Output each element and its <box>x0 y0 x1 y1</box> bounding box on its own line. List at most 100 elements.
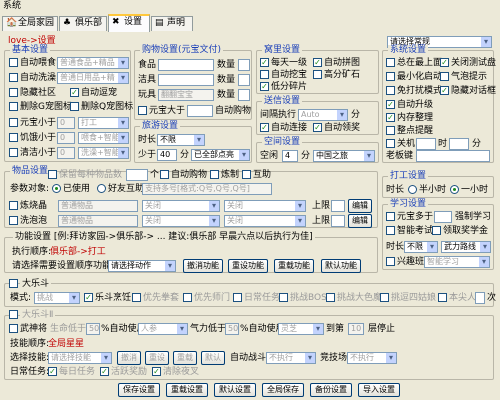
radio-self[interactable] <box>52 184 61 193</box>
shutdown-minute-input[interactable] <box>449 138 469 150</box>
fight-opt-2-checkbox[interactable] <box>233 293 242 302</box>
tab-statement[interactable]: ▤ 声明 <box>151 16 193 31</box>
tab-home[interactable]: 🏠 全局家园 <box>2 16 58 31</box>
fight2-daily-2-checkbox[interactable] <box>152 367 161 376</box>
mix-checkbox[interactable] <box>9 216 18 225</box>
mix-edit-button[interactable]: 编辑 <box>348 214 372 228</box>
keep-count-input[interactable] <box>126 169 148 181</box>
backup-settings-button[interactable]: 备份设置 <box>310 383 352 397</box>
fight2-pill-select[interactable]: 人参 <box>138 323 188 335</box>
system-item-1-checkbox[interactable] <box>440 58 449 67</box>
fight2-enable-checkbox[interactable] <box>9 310 18 319</box>
pick-function-select[interactable]: 请选择动作 <box>108 260 176 272</box>
auto-food-checkbox[interactable] <box>9 58 18 67</box>
items-forge-checkbox[interactable] <box>210 170 219 179</box>
fight2-reload-button[interactable]: 重载 <box>173 351 197 365</box>
work-half-radio[interactable] <box>408 185 417 194</box>
hide-community-checkbox[interactable] <box>9 88 18 97</box>
default-function-button[interactable]: 默认功能 <box>321 259 361 273</box>
shop-toys-input[interactable] <box>158 74 214 86</box>
hunger-below-input[interactable]: 0 <box>57 132 75 144</box>
yuanbao-action-select[interactable]: 打工 <box>78 117 129 129</box>
shop-play-qty-input[interactable] <box>238 89 250 101</box>
study-time-select[interactable]: 不限 <box>404 241 438 253</box>
mix-upper-input[interactable] <box>331 215 345 227</box>
delete-q-icon-checkbox[interactable] <box>70 102 79 111</box>
system-item-0-checkbox[interactable] <box>386 58 395 67</box>
tab-club[interactable]: ♣ 俱乐部 <box>59 16 107 31</box>
fight2-default-button[interactable]: 默认 <box>201 351 225 365</box>
lair-item-2-checkbox[interactable] <box>260 70 269 79</box>
fight-cook-checkbox[interactable] <box>84 293 93 302</box>
shutdown-hour-input[interactable] <box>416 138 436 150</box>
radio-friend[interactable] <box>97 184 106 193</box>
lair-item-1-checkbox[interactable] <box>313 58 322 67</box>
keep-item-checkbox[interactable] <box>48 170 57 179</box>
smart-study-checkbox[interactable] <box>386 226 395 235</box>
system-item-8-checkbox[interactable] <box>386 126 395 135</box>
save-settings-button[interactable]: 保存设置 <box>118 383 160 397</box>
delivery-auto-connect-checkbox[interactable] <box>260 123 269 132</box>
fight2-reset-button[interactable]: 重设 <box>145 351 169 365</box>
mix-off-select[interactable]: 关闭 <box>142 215 220 227</box>
fight-opt-1-checkbox[interactable] <box>183 293 192 302</box>
items-interact-checkbox[interactable] <box>242 170 251 179</box>
shop-yuanbao-more-checkbox[interactable] <box>138 106 147 115</box>
fight2-daily-1-checkbox[interactable] <box>100 367 109 376</box>
refine-upper-input[interactable] <box>331 200 345 212</box>
clean-below-input[interactable]: 0 <box>57 147 75 159</box>
study-yuanbao-checkbox[interactable] <box>386 212 395 221</box>
fight2-undo-button[interactable]: 撤消 <box>117 351 141 365</box>
fight2-life-input[interactable]: 50 <box>86 323 100 335</box>
global-save-button[interactable]: 全局保存 <box>262 383 304 397</box>
reload-settings-button[interactable]: 重载设置 <box>166 383 208 397</box>
clean-action-select[interactable]: 洗澡+智能 <box>78 147 129 159</box>
system-item-3-checkbox[interactable] <box>440 72 449 81</box>
lair-item-4-checkbox[interactable] <box>260 82 269 91</box>
fight-mode-select[interactable]: 挑战 <box>34 292 80 304</box>
refine-off-select-2[interactable]: 关闭 <box>224 200 306 212</box>
tab-settings[interactable]: ✖ 设置 <box>108 14 150 32</box>
fight2-item2-select[interactable]: 灵芝 <box>278 323 324 335</box>
shop-yuanbao-more-input[interactable] <box>187 105 213 117</box>
travel-time-select[interactable]: 不限 <box>157 134 205 146</box>
fight-opt-4-checkbox[interactable] <box>326 293 335 302</box>
system-item-5-checkbox[interactable] <box>440 86 449 95</box>
fight2-auto-fight-select[interactable]: 不执行 <box>266 352 316 364</box>
import-settings-button[interactable]: 导入设置 <box>358 383 400 397</box>
auto-wash-select[interactable]: 普通日用品+精 <box>57 72 129 84</box>
refine-checkbox[interactable] <box>9 201 18 210</box>
system-item-4-checkbox[interactable] <box>386 86 395 95</box>
fight-opt-6-checkbox[interactable] <box>438 293 447 302</box>
default-settings-button[interactable]: 默认设置 <box>214 383 256 397</box>
system-item-7-checkbox[interactable] <box>386 113 395 122</box>
fight-opt-5-checkbox[interactable] <box>380 293 389 302</box>
shutdown-checkbox[interactable] <box>386 139 395 148</box>
fight2-daily-0-checkbox[interactable] <box>48 367 57 376</box>
shop-food-input[interactable] <box>158 59 214 71</box>
space-time-input[interactable]: 4 <box>282 150 298 162</box>
yuanbao-below-checkbox[interactable] <box>9 118 18 127</box>
reload-function-button[interactable]: 重载功能 <box>274 259 314 273</box>
delivery-auto-claim-checkbox[interactable] <box>313 123 322 132</box>
refine-edit-button[interactable]: 编辑 <box>348 199 372 213</box>
clean-below-checkbox[interactable] <box>9 148 18 157</box>
delete-g-icon-checkbox[interactable] <box>9 102 18 111</box>
travel-mode-select[interactable]: 已全部点亮 <box>191 149 250 161</box>
interest-class-select[interactable]: 智能学习 <box>424 256 490 268</box>
fight2-arena-select[interactable]: 不执行 <box>347 352 397 364</box>
system-item-2-checkbox[interactable] <box>386 72 395 81</box>
fight2-armor-checkbox[interactable] <box>9 324 18 333</box>
lair-item-0-checkbox[interactable] <box>260 58 269 67</box>
fight2-floor-input[interactable]: 10 <box>348 323 364 335</box>
mix-items-input[interactable]: 普通物品 <box>58 215 138 227</box>
lair-item-3-checkbox[interactable] <box>313 70 322 79</box>
yuanbao-below-input[interactable]: 0 <box>57 117 75 129</box>
claim-scholarship-checkbox[interactable] <box>432 226 441 235</box>
fight-times-input[interactable] <box>475 292 485 304</box>
space-place-select[interactable]: 中国之旅 <box>313 150 375 162</box>
reset-function-button[interactable]: 重设功能 <box>228 259 268 273</box>
travel-less-input[interactable]: 40 <box>157 149 177 161</box>
auto-food-select[interactable]: 普通食品+精品 <box>57 57 129 69</box>
fight2-qi-input[interactable]: 50 <box>225 323 239 335</box>
